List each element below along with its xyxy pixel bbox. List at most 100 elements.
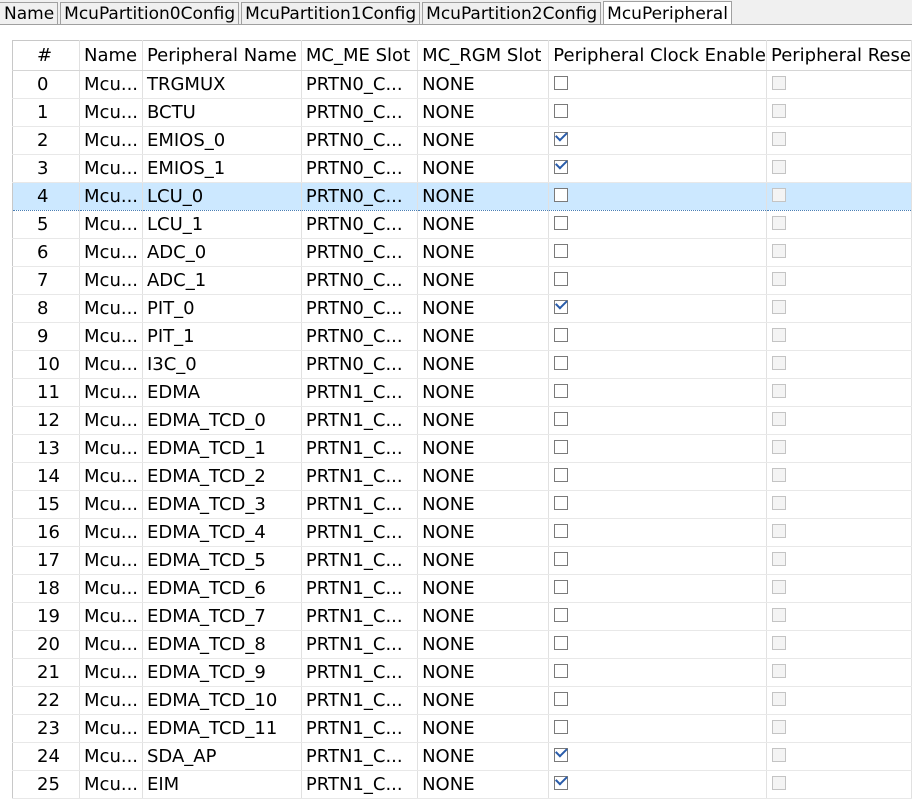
table-row[interactable]: 3 Mcu... EMIOS_1 PRTN0_C... NONE: [12, 154, 912, 183]
tab-name[interactable]: Name: [0, 2, 59, 24]
row-peripheral-name-cell: ADC_0: [142, 238, 302, 267]
row-reset-cell: [766, 126, 912, 155]
tab-mcu-partition1-config[interactable]: McuPartition1Config: [241, 2, 421, 24]
row-mc-rgm-slot-cell: NONE: [417, 518, 550, 547]
table-row[interactable]: 2 Mcu... EMIOS_0 PRTN0_C... NONE: [12, 126, 912, 155]
clock-enable-checkbox[interactable]: [554, 216, 569, 230]
table-row[interactable]: 5 Mcu... LCU_1 PRTN0_C... NONE: [12, 210, 912, 239]
clock-enable-checkbox[interactable]: [554, 160, 569, 174]
table-row[interactable]: 4 Mcu... LCU_0 PRTN0_C... NONE: [12, 182, 912, 211]
row-clock-enable-cell: [548, 630, 767, 659]
row-reset-cell: [766, 546, 912, 575]
row-mc-me-slot-cell: PRTN1_C...: [301, 434, 419, 463]
clock-enable-checkbox[interactable]: [554, 356, 569, 370]
table-row[interactable]: 7 Mcu... ADC_1 PRTN0_C... NONE: [12, 266, 912, 295]
table-row[interactable]: 23 Mcu... EDMA_TCD_11 PRTN1_C... NONE: [12, 714, 912, 743]
column-header-name[interactable]: Name: [79, 40, 143, 71]
clock-enable-checkbox[interactable]: [554, 272, 569, 286]
row-peripheral-name-cell: EMIOS_1: [142, 154, 302, 183]
clock-enable-checkbox[interactable]: [554, 552, 569, 566]
row-name-cell: Mcu...: [79, 518, 143, 547]
clock-enable-checkbox[interactable]: [554, 496, 569, 510]
table-row[interactable]: 25 Mcu... EIM PRTN1_C... NONE: [12, 770, 912, 799]
clock-enable-checkbox[interactable]: [554, 188, 569, 202]
row-mc-me-slot-cell: PRTN1_C...: [301, 518, 419, 547]
clock-enable-checkbox[interactable]: [554, 300, 569, 314]
table-row[interactable]: 11 Mcu... EDMA PRTN1_C... NONE: [12, 378, 912, 407]
table-row[interactable]: 12 Mcu... EDMA_TCD_0 PRTN1_C... NONE: [12, 406, 912, 435]
column-header-peripheral-reset[interactable]: Peripheral Rese: [766, 40, 912, 71]
table-row[interactable]: 24 Mcu... SDA_AP PRTN1_C... NONE: [12, 742, 912, 771]
reset-checkbox: [771, 244, 786, 258]
table-row[interactable]: 10 Mcu... I3C_0 PRTN0_C... NONE: [12, 350, 912, 379]
row-reset-cell: [766, 322, 912, 351]
table-row[interactable]: 1 Mcu... BCTU PRTN0_C... NONE: [12, 98, 912, 127]
clock-enable-checkbox[interactable]: [554, 580, 569, 594]
table-row[interactable]: 14 Mcu... EDMA_TCD_2 PRTN1_C... NONE: [12, 462, 912, 491]
column-header-mc-rgm-slot[interactable]: MC_RGM Slot: [417, 40, 550, 71]
row-peripheral-name-cell: EDMA_TCD_7: [142, 602, 302, 631]
clock-enable-checkbox[interactable]: [554, 384, 569, 398]
table-row[interactable]: 21 Mcu... EDMA_TCD_9 PRTN1_C... NONE: [12, 658, 912, 687]
clock-enable-checkbox[interactable]: [554, 76, 569, 90]
table-row[interactable]: 22 Mcu... EDMA_TCD_10 PRTN1_C... NONE: [12, 686, 912, 715]
table-row[interactable]: 0 Mcu... TRGMUX PRTN0_C... NONE: [12, 70, 912, 99]
row-mc-me-slot-cell: PRTN1_C...: [301, 406, 419, 435]
row-index-cell: 8: [12, 294, 81, 323]
clock-enable-checkbox[interactable]: [554, 412, 569, 426]
clock-enable-checkbox[interactable]: [554, 328, 569, 342]
column-header-peripheral-clock-enable[interactable]: Peripheral Clock Enable: [548, 40, 767, 71]
reset-checkbox: [771, 720, 786, 734]
row-mc-rgm-slot-cell: NONE: [417, 126, 550, 155]
clock-enable-checkbox[interactable]: [554, 132, 569, 146]
tab-mcu-partition2-config[interactable]: McuPartition2Config: [422, 2, 602, 24]
row-mc-rgm-slot-cell: NONE: [417, 378, 550, 407]
row-clock-enable-cell: [548, 658, 767, 687]
clock-enable-checkbox[interactable]: [554, 776, 569, 790]
table-header-row: # Name Peripheral Name MC_ME Slot MC_RGM…: [12, 40, 912, 71]
clock-enable-checkbox[interactable]: [554, 692, 569, 706]
table-row[interactable]: 17 Mcu... EDMA_TCD_5 PRTN1_C... NONE: [12, 546, 912, 575]
reset-checkbox: [771, 132, 786, 146]
row-mc-me-slot-cell: PRTN1_C...: [301, 714, 419, 743]
table-row[interactable]: 20 Mcu... EDMA_TCD_8 PRTN1_C... NONE: [12, 630, 912, 659]
row-name-cell: Mcu...: [79, 658, 143, 687]
column-header-peripheral-name[interactable]: Peripheral Name: [142, 40, 302, 71]
row-peripheral-name-cell: EDMA_TCD_1: [142, 434, 302, 463]
clock-enable-checkbox[interactable]: [554, 440, 569, 454]
table-row[interactable]: 9 Mcu... PIT_1 PRTN0_C... NONE: [12, 322, 912, 351]
table-row[interactable]: 6 Mcu... ADC_0 PRTN0_C... NONE: [12, 238, 912, 267]
row-clock-enable-cell: [548, 574, 767, 603]
table-row[interactable]: 15 Mcu... EDMA_TCD_3 PRTN1_C... NONE: [12, 490, 912, 519]
clock-enable-checkbox[interactable]: [554, 664, 569, 678]
row-index-cell: 1: [12, 98, 81, 127]
row-reset-cell: [766, 742, 912, 771]
table-row[interactable]: 13 Mcu... EDMA_TCD_1 PRTN1_C... NONE: [12, 434, 912, 463]
clock-enable-checkbox[interactable]: [554, 636, 569, 650]
row-index-cell: 23: [12, 714, 81, 743]
row-reset-cell: [766, 462, 912, 491]
row-name-cell: Mcu...: [79, 126, 143, 155]
row-mc-rgm-slot-cell: NONE: [417, 574, 550, 603]
table-row[interactable]: 18 Mcu... EDMA_TCD_6 PRTN1_C... NONE: [12, 574, 912, 603]
clock-enable-checkbox[interactable]: [554, 720, 569, 734]
tab-mcu-partition0-config[interactable]: McuPartition0Config: [60, 2, 240, 24]
clock-enable-checkbox[interactable]: [554, 608, 569, 622]
row-reset-cell: [766, 518, 912, 547]
column-header-mc-me-slot[interactable]: MC_ME Slot: [301, 40, 419, 71]
tab-mcu-peripheral[interactable]: McuPeripheral: [603, 1, 732, 24]
clock-enable-checkbox[interactable]: [554, 104, 569, 118]
row-name-cell: Mcu...: [79, 406, 143, 435]
row-reset-cell: [766, 658, 912, 687]
row-name-cell: Mcu...: [79, 546, 143, 575]
clock-enable-checkbox[interactable]: [554, 524, 569, 538]
row-mc-rgm-slot-cell: NONE: [417, 350, 550, 379]
clock-enable-checkbox[interactable]: [554, 748, 569, 762]
clock-enable-checkbox[interactable]: [554, 468, 569, 482]
table-row[interactable]: 16 Mcu... EDMA_TCD_4 PRTN1_C... NONE: [12, 518, 912, 547]
table-row[interactable]: 8 Mcu... PIT_0 PRTN0_C... NONE: [12, 294, 912, 323]
row-clock-enable-cell: [548, 322, 767, 351]
table-row[interactable]: 19 Mcu... EDMA_TCD_7 PRTN1_C... NONE: [12, 602, 912, 631]
clock-enable-checkbox[interactable]: [554, 244, 569, 258]
column-header-index[interactable]: #: [12, 40, 81, 71]
